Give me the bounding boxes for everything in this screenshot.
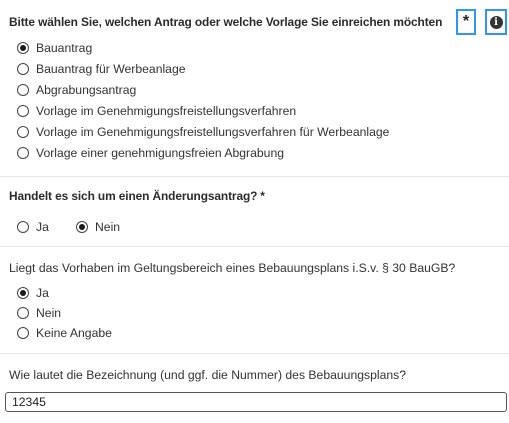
q2-radio-nein[interactable] bbox=[76, 221, 88, 233]
q3-option-label: Keine Angabe bbox=[36, 326, 112, 340]
q3-option-nein[interactable]: Nein bbox=[17, 305, 61, 321]
q1-radio-bauantrag-werbeanlage[interactable] bbox=[17, 63, 29, 75]
q3-option-ja[interactable]: Ja bbox=[17, 285, 49, 301]
q1-option-vorlage-freistellung-werbeanlage[interactable]: Vorlage im Genehmigungsfreistellungsverf… bbox=[17, 124, 389, 140]
q1-radio-abgrabungsantrag[interactable] bbox=[17, 84, 29, 96]
q1-label-text: Bitte wählen Sie, welchen Antrag oder we… bbox=[9, 15, 443, 29]
q1-option-label: Bauantrag bbox=[36, 41, 93, 55]
q3-option-keine-angabe[interactable]: Keine Angabe bbox=[17, 325, 112, 341]
q1-option-vorlage-abgrabung[interactable]: Vorlage einer genehmigungsfreien Abgrabu… bbox=[17, 145, 284, 161]
q1-option-label: Vorlage im Genehmigungsfreistellungsverf… bbox=[36, 125, 390, 139]
q2-label: Handelt es sich um einen Änderungsantrag… bbox=[9, 189, 265, 203]
section-divider bbox=[0, 176, 509, 177]
q2-radio-ja[interactable] bbox=[17, 221, 29, 233]
q1-option-label: Bauantrag für Werbeanlage bbox=[36, 62, 186, 76]
q3-radio-nein[interactable] bbox=[17, 307, 29, 319]
q1-option-vorlage-freistellung[interactable]: Vorlage im Genehmigungsfreistellungsverf… bbox=[17, 103, 296, 119]
q1-radio-vorlage-freistellung[interactable] bbox=[17, 105, 29, 117]
q1-option-abgrabungsantrag[interactable]: Abgrabungsantrag bbox=[17, 82, 136, 98]
q2-option-nein[interactable]: Nein bbox=[76, 219, 120, 235]
q4-label: Wie lautet die Bezeichnung (und ggf. die… bbox=[9, 368, 407, 382]
section-divider bbox=[0, 353, 509, 354]
q3-option-label: Nein bbox=[36, 306, 62, 320]
q2-option-label: Nein bbox=[95, 220, 121, 234]
q3-option-label: Ja bbox=[36, 286, 49, 300]
q3-label: Liegt das Vorhaben im Geltungsbereich ei… bbox=[9, 261, 456, 275]
q2-label-text: Handelt es sich um einen Änderungsantrag… bbox=[9, 189, 258, 203]
q1-label: Bitte wählen Sie, welchen Antrag oder we… bbox=[9, 15, 442, 29]
q1-option-label: Abgrabungsantrag bbox=[36, 83, 137, 97]
q1-info-button[interactable]: i bbox=[485, 9, 507, 35]
info-circle-icon: i bbox=[489, 15, 503, 29]
section-divider bbox=[0, 246, 509, 247]
q2-option-label: Ja bbox=[36, 220, 49, 234]
q1-option-bauantrag[interactable]: Bauantrag bbox=[17, 40, 92, 56]
q1-option-bauantrag-werbeanlage[interactable]: Bauantrag für Werbeanlage bbox=[17, 61, 186, 77]
q2-option-ja[interactable]: Ja bbox=[17, 219, 49, 235]
bebauungsplan-input[interactable] bbox=[5, 392, 507, 412]
q1-radio-bauantrag[interactable] bbox=[17, 42, 29, 54]
q3-radio-keine-angabe[interactable] bbox=[17, 327, 29, 339]
q3-radio-ja[interactable] bbox=[17, 287, 29, 299]
q2-required-marker: * bbox=[260, 189, 265, 203]
q1-option-label: Vorlage einer genehmigungsfreien Abgrabu… bbox=[36, 146, 284, 160]
q1-radio-vorlage-abgrabung[interactable] bbox=[17, 147, 29, 159]
q1-radio-vorlage-freistellung-werbeanlage[interactable] bbox=[17, 126, 29, 138]
q1-required-marker: * bbox=[456, 9, 476, 35]
q1-option-label: Vorlage im Genehmigungsfreistellungsverf… bbox=[36, 104, 297, 118]
